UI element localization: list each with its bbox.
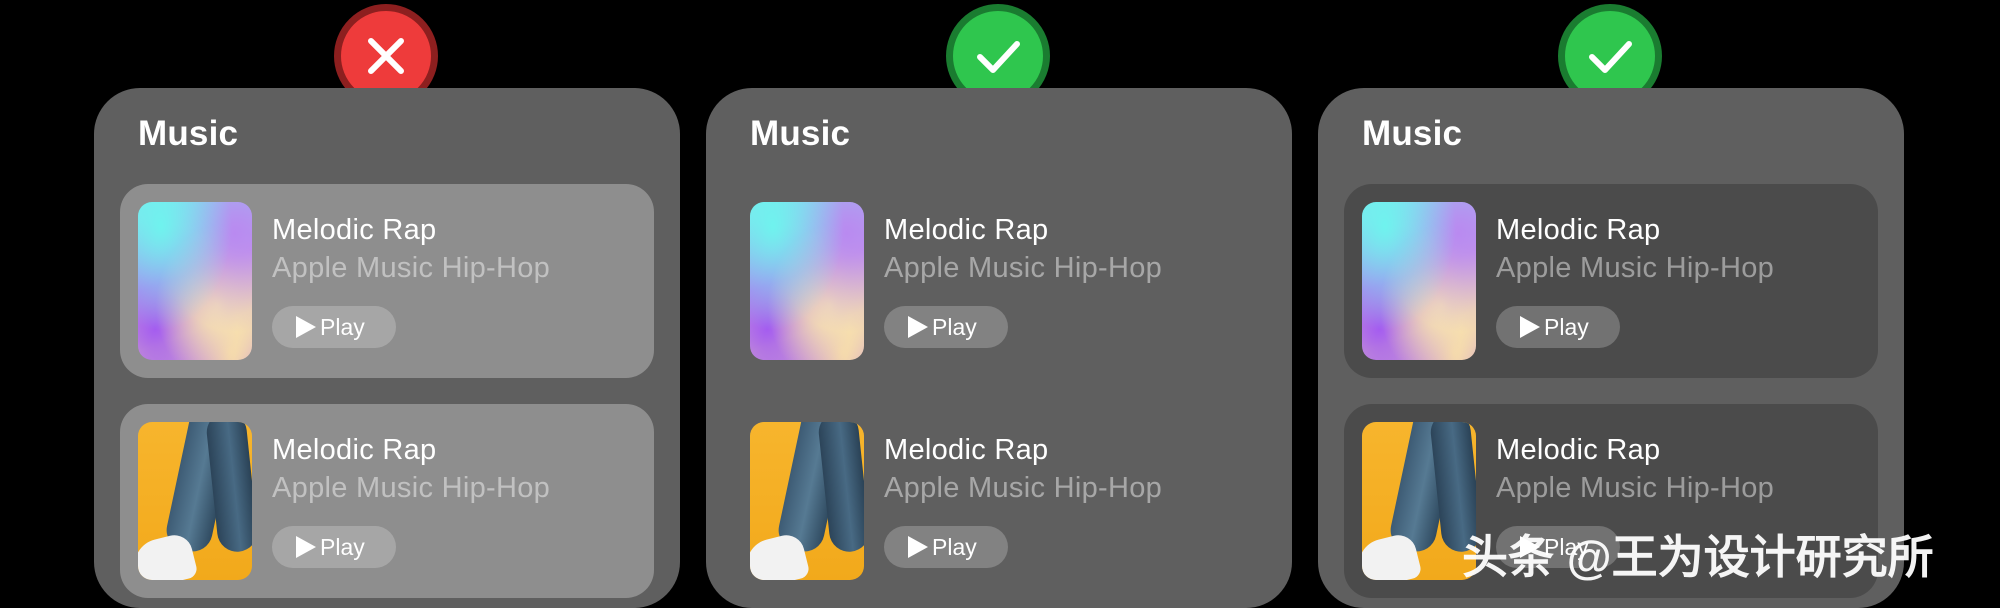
gradient-artwork [138,202,252,360]
play-icon [296,536,316,558]
track-title: Melodic Rap [1496,214,1661,246]
widget-title: Music [750,114,851,153]
track-card[interactable]: Melodic Rap Apple Music Hip-Hop Play [1344,184,1878,378]
play-label: Play [320,533,365,560]
play-label: Play [932,533,977,560]
music-widget-correct: Music Melodic Rap Apple Music Hip-Hop Pl… [706,88,1292,608]
watermark: 头条 @王为设计研究所 [1462,531,1934,583]
music-widget-incorrect: Music Melodic Rap Apple Music Hip-Hop Pl… [94,88,680,608]
legs-photo-artwork [750,422,864,580]
legs-photo-artwork [138,422,252,580]
track-subtitle: Apple Music Hip-Hop [272,472,551,504]
track-subtitle: Apple Music Hip-Hop [272,252,551,284]
widget-title: Music [1362,114,1463,153]
play-label: Play [320,313,365,340]
track-subtitle: Apple Music Hip-Hop [1496,252,1775,284]
track-card[interactable]: Melodic Rap Apple Music Hip-Hop Play [120,404,654,598]
play-button[interactable]: Play [272,306,396,348]
play-icon [296,316,316,338]
track-subtitle: Apple Music Hip-Hop [884,472,1163,504]
track-card[interactable]: Melodic Rap Apple Music Hip-Hop Play [120,184,654,378]
play-button[interactable]: Play [884,526,1008,568]
play-icon [908,316,928,338]
gradient-artwork [750,202,864,360]
play-icon [908,536,928,558]
track-title: Melodic Rap [272,214,437,246]
play-button[interactable]: Play [272,526,396,568]
track-card[interactable]: Melodic Rap Apple Music Hip-Hop Play [732,404,1266,598]
track-title: Melodic Rap [272,434,437,466]
play-label: Play [1544,313,1589,340]
track-title: Melodic Rap [1496,434,1661,466]
play-icon [1520,316,1540,338]
track-subtitle: Apple Music Hip-Hop [1496,472,1775,504]
gradient-artwork [1362,202,1476,360]
play-label: Play [932,313,977,340]
track-title: Melodic Rap [884,214,1049,246]
play-button[interactable]: Play [1496,306,1620,348]
track-subtitle: Apple Music Hip-Hop [884,252,1163,284]
play-button[interactable]: Play [884,306,1008,348]
track-title: Melodic Rap [884,434,1049,466]
legs-photo-artwork [1362,422,1476,580]
widget-title: Music [138,114,239,153]
music-widget-correct: Music Melodic Rap Apple Music Hip-Hop Pl… [1318,88,1904,608]
track-card[interactable]: Melodic Rap Apple Music Hip-Hop Play [732,184,1266,378]
